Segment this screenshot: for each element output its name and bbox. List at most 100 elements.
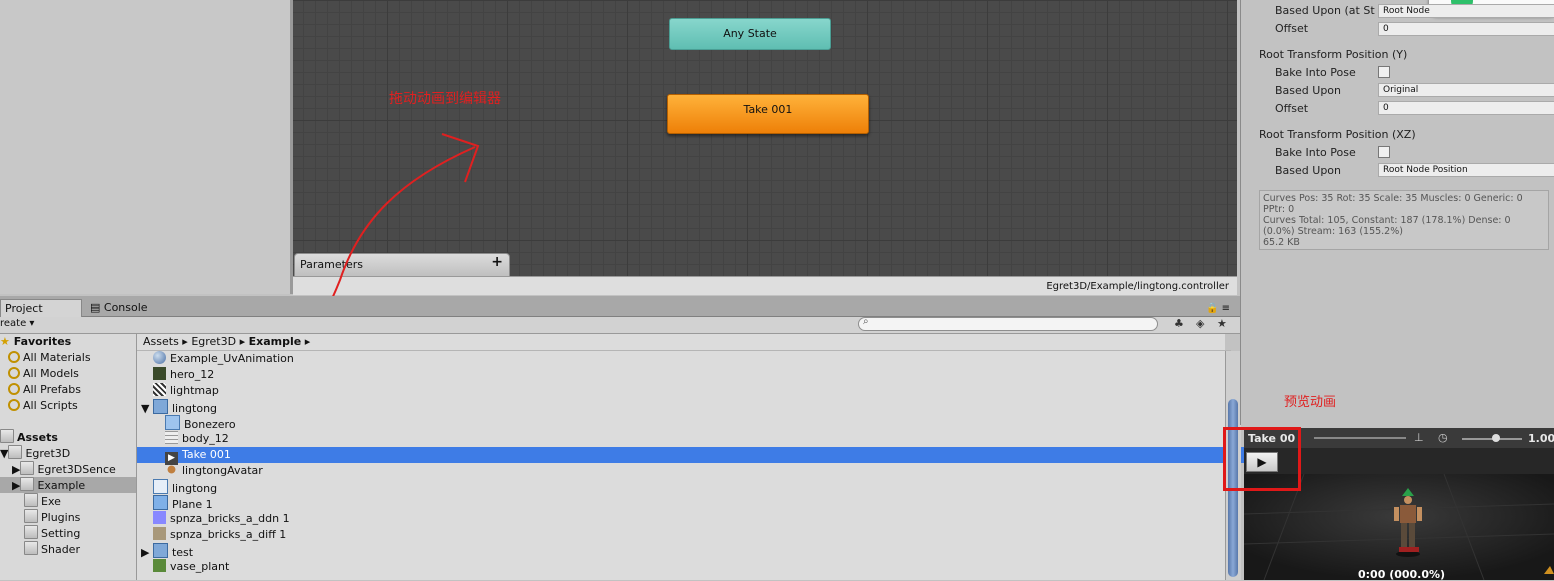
search-filter-icon	[8, 367, 20, 379]
file-name: Plane 1	[172, 498, 213, 511]
tree-item-shader[interactable]: Shader	[24, 541, 80, 557]
stats-line: Curves Total: 105, Constant: 187 (178.1%…	[1263, 215, 1511, 226]
pivot-icon[interactable]: ⊥	[1414, 431, 1424, 444]
list-item[interactable]: lightmap	[137, 383, 1241, 399]
search-filter-icon	[8, 383, 20, 395]
breadcrumb-example[interactable]: Example	[249, 335, 302, 348]
search-input[interactable]: ⌕	[858, 316, 1158, 331]
tab-console[interactable]: ▤ Console	[86, 299, 152, 316]
file-name: Bonezero	[184, 418, 236, 431]
breadcrumb: Assets ▸ Egret3D ▸ Example ▸	[137, 334, 1231, 351]
based-upon-xz-dropdown[interactable]: Root Node Position	[1378, 163, 1554, 177]
tree-label: Setting	[41, 527, 81, 540]
tab-console-label: Console	[103, 301, 148, 314]
favorite-all-scripts[interactable]: All Scripts	[8, 398, 78, 414]
tree-item-example[interactable]: ▶ Example	[0, 477, 136, 493]
list-item[interactable]: Bonezero	[137, 415, 1253, 431]
favorite-label: All Scripts	[23, 399, 78, 412]
list-item[interactable]: vase_plant	[137, 559, 1241, 575]
tree-label: Example	[37, 479, 86, 492]
based-upon-y-dropdown[interactable]: Original	[1378, 83, 1554, 97]
file-name: spnza_bricks_a_diff 1	[170, 528, 287, 541]
file-name: test	[171, 546, 194, 559]
tree-label: Shader	[41, 543, 80, 556]
highlight-box	[1223, 427, 1301, 491]
filter-label-icon[interactable]: ◈	[1196, 317, 1204, 330]
tree-item-egret3d[interactable]: ▼ Egret3D	[0, 445, 70, 461]
create-button[interactable]: reate ▾	[0, 318, 34, 329]
sphere-icon	[153, 351, 166, 364]
list-item[interactable]: hero_12	[137, 367, 1241, 383]
stats-line: PPtr: 0	[1263, 204, 1295, 215]
file-name: hero_12	[170, 368, 215, 381]
stats-line: 65.2 KB	[1263, 237, 1300, 248]
tree-item-setting[interactable]: Setting	[24, 525, 80, 541]
folder-icon	[24, 493, 38, 507]
offset-field[interactable]: 0	[1378, 22, 1554, 36]
list-item[interactable]: ▶ test	[137, 543, 1229, 559]
list-item[interactable]: Plane 1	[137, 495, 1241, 511]
project-toolbar: reate ▾ ⌕ ♣ ◈ ★	[0, 316, 1240, 334]
list-item[interactable]: lingtong	[137, 479, 1241, 495]
list-item[interactable]: lingtongAvatar	[137, 463, 1253, 479]
preview-divider	[1314, 437, 1406, 439]
curve-stats-box: Curves Pos: 35 Rot: 35 Scale: 35 Muscles…	[1259, 190, 1549, 250]
tree-item-plugins[interactable]: Plugins	[24, 509, 80, 525]
slider-knob[interactable]	[1492, 434, 1500, 442]
favorite-all-prefabs[interactable]: All Prefabs	[8, 382, 81, 398]
playback-speed-value: 1.00	[1528, 432, 1554, 445]
based-upon-top-dropdown[interactable]: Root Node	[1378, 4, 1554, 18]
tree-item-exe[interactable]: Exe	[24, 493, 61, 509]
folder-icon	[24, 509, 38, 523]
bake-into-pose-y-checkbox[interactable]	[1378, 66, 1390, 78]
prefab-icon	[153, 479, 168, 494]
model-icon	[152, 543, 168, 558]
file-name: body_12	[182, 432, 229, 445]
list-item[interactable]: body_12	[137, 431, 1253, 447]
based-upon-label: Based Upon	[1275, 164, 1341, 177]
file-name: lingtong	[171, 402, 218, 415]
folder-icon	[24, 541, 38, 555]
favorite-all-models[interactable]: All Models	[8, 366, 79, 382]
section-root-position-y: Root Transform Position (Y)	[1259, 48, 1408, 61]
favorites-title: Favorites	[13, 335, 72, 348]
project-asset-list: Assets ▸ Egret3D ▸ Example ▸ Example_UvA…	[137, 334, 1253, 580]
list-item[interactable]: spnza_bricks_a_ddn 1	[137, 511, 1241, 527]
based-upon-top-label: Based Upon (at St	[1275, 4, 1375, 17]
bake-into-pose-label: Bake Into Pose	[1275, 146, 1356, 159]
offset-y-field[interactable]: 0	[1378, 101, 1554, 115]
breadcrumb-egret3d[interactable]: Egret3D	[191, 335, 236, 348]
breadcrumb-assets[interactable]: Assets	[143, 335, 179, 348]
panel-menu-icon[interactable]: 🔒 ≡	[1202, 300, 1234, 317]
folder-icon	[8, 445, 23, 459]
texture-icon	[153, 527, 166, 540]
favorite-label: All Prefabs	[23, 383, 81, 396]
speed-icon[interactable]: ◷	[1438, 431, 1448, 444]
project-folder-tree: ★ Favorites All Materials All Models All…	[0, 334, 137, 580]
assets-title: Assets	[17, 431, 58, 444]
bake-into-pose-xz-checkbox[interactable]	[1378, 146, 1390, 158]
favorite-star-icon[interactable]: ★	[1217, 317, 1227, 330]
favorites-header[interactable]: ★ Favorites	[0, 334, 71, 350]
tree-item-egret3dsence[interactable]: ▶ Egret3DSence	[12, 461, 116, 477]
folder-icon	[24, 525, 38, 539]
tab-project[interactable]: Project	[0, 299, 82, 317]
stats-line: (0.0%) Stream: 163 (155.2%)	[1263, 226, 1403, 237]
assets-header[interactable]: Assets	[0, 429, 58, 445]
grid-icon	[165, 431, 178, 444]
project-tab-bar: Project ▤ Console 🔒 ≡	[0, 296, 1240, 317]
list-item[interactable]: spnza_bricks_a_diff 1	[137, 527, 1241, 543]
list-item-selected[interactable]: ▶ Take 001	[137, 447, 1253, 465]
filter-type-icon[interactable]: ♣	[1174, 317, 1184, 330]
file-name: lingtong	[172, 482, 218, 495]
favorite-all-materials[interactable]: All Materials	[8, 350, 91, 366]
offset-label: Offset	[1275, 102, 1309, 115]
texture-icon	[153, 559, 166, 572]
star-icon: ★	[0, 335, 10, 348]
list-item[interactable]: ▼ lingtong	[137, 399, 1229, 415]
texture-icon	[153, 367, 166, 380]
based-upon-label: Based Upon	[1275, 84, 1341, 97]
list-item[interactable]: Example_UvAnimation	[137, 351, 1241, 367]
stats-line: Curves Pos: 35 Rot: 35 Scale: 35 Muscles…	[1263, 193, 1523, 204]
texture-icon	[153, 511, 166, 524]
